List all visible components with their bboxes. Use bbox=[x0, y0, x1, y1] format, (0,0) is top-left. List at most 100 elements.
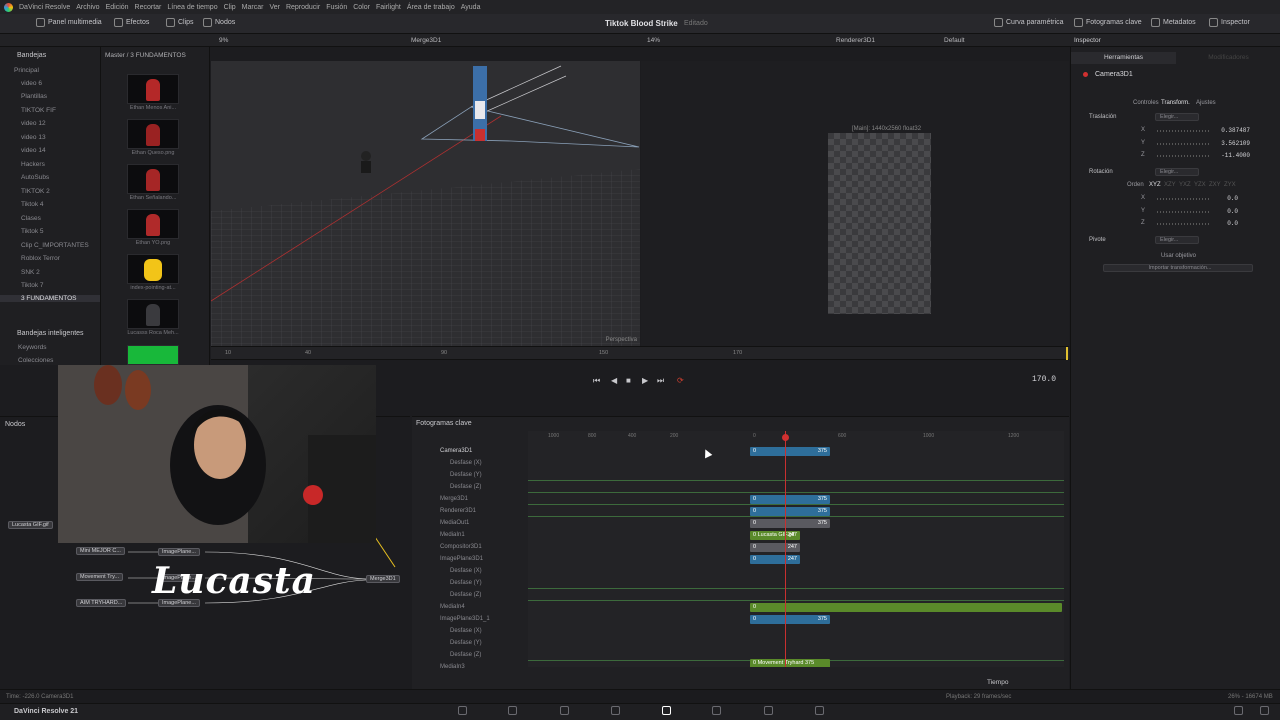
play-button[interactable]: ▶ bbox=[642, 376, 648, 385]
menu-playback[interactable]: Reproducir bbox=[286, 4, 320, 11]
bin-item[interactable]: Tiktok 7 bbox=[21, 282, 44, 289]
media-pool-button[interactable]: Panel multimedia bbox=[36, 18, 102, 27]
step-back-button[interactable]: ◀ bbox=[611, 376, 617, 385]
playhead-marker-icon[interactable] bbox=[782, 434, 789, 441]
kf-bar-imageplane[interactable]: 0 247 bbox=[750, 555, 800, 564]
clip-thumbnail[interactable] bbox=[127, 209, 179, 239]
menu-trim[interactable]: Recortar bbox=[135, 4, 162, 11]
bin-item[interactable]: video 14 bbox=[21, 147, 46, 154]
kf-row[interactable]: MediaOut1 bbox=[440, 517, 469, 529]
clip-thumbnail[interactable] bbox=[127, 74, 179, 104]
clip-thumbnail[interactable] bbox=[127, 164, 179, 194]
smart-bin-collections[interactable]: Colecciones bbox=[18, 357, 53, 364]
kf-bar-compositor[interactable]: 0 247 bbox=[750, 543, 800, 552]
ty-value[interactable]: 3.562109 bbox=[1218, 140, 1250, 147]
ty-slider[interactable] bbox=[1157, 143, 1211, 145]
clip-thumbnail[interactable] bbox=[127, 299, 179, 329]
rz-slider[interactable] bbox=[1157, 223, 1211, 225]
menu-fusion[interactable]: Fusión bbox=[326, 4, 347, 11]
clip-thumbnail[interactable] bbox=[127, 254, 179, 284]
kf-row[interactable]: Desfase (Y) bbox=[450, 637, 482, 649]
kf-bar-mediain4[interactable]: 0 bbox=[750, 603, 1062, 612]
menu-app[interactable]: DaVinci Resolve bbox=[19, 4, 70, 11]
loop-icon[interactable]: ⟳ bbox=[677, 376, 684, 385]
spline-button[interactable]: Curva paramétrica bbox=[994, 18, 1064, 27]
keyframes-track-area[interactable]: 1000 800 400 200 0 600 1000 1200 0 375 0 3… bbox=[528, 431, 1064, 667]
order-xzy[interactable]: XZY bbox=[1164, 182, 1176, 188]
kf-row[interactable]: ImagePlane3D1 bbox=[440, 553, 483, 565]
clip-thumbnail-green[interactable] bbox=[127, 345, 179, 365]
viewer-renderer3d[interactable]: [Main]: 1440x2560 float32 bbox=[641, 61, 1069, 346]
time-mode-select[interactable]: Tiempo bbox=[987, 679, 1008, 686]
fusion-active-page-icon[interactable] bbox=[662, 706, 671, 715]
settings-gear-icon[interactable] bbox=[1260, 706, 1269, 715]
kf-row[interactable]: Desfase (Z) bbox=[450, 481, 481, 493]
kf-row[interactable]: Merge3D1 bbox=[440, 493, 468, 505]
kf-row[interactable]: Desfase (Z) bbox=[450, 589, 481, 601]
menu-color[interactable]: Color bbox=[353, 4, 370, 11]
bin-item-selected[interactable]: 3 FUNDAMENTOS bbox=[0, 295, 100, 302]
rx-slider[interactable] bbox=[1157, 198, 1211, 200]
kf-row[interactable]: MediaIn4 bbox=[440, 601, 465, 613]
bin-item[interactable]: TIKTOK 2 bbox=[21, 188, 50, 195]
current-frame[interactable]: 170.0 bbox=[1032, 375, 1056, 384]
order-yxz[interactable]: YXZ bbox=[1179, 182, 1191, 188]
kf-row[interactable]: Desfase (Y) bbox=[450, 577, 482, 589]
kf-row[interactable]: Desfase (Y) bbox=[450, 469, 482, 481]
kf-bar-merge[interactable]: 0 375 bbox=[750, 495, 830, 504]
playhead-line[interactable] bbox=[785, 431, 786, 667]
tx-value[interactable]: 0.387487 bbox=[1218, 127, 1250, 134]
kf-row[interactable]: Desfase (X) bbox=[450, 625, 482, 637]
subtab-transform[interactable]: Transform. bbox=[1161, 100, 1190, 106]
inspector-button[interactable]: Inspector bbox=[1209, 18, 1250, 27]
bin-item[interactable]: video 6 bbox=[21, 80, 42, 87]
color-page-icon[interactable] bbox=[712, 706, 721, 715]
import-transform-button[interactable]: Importar transformación... bbox=[1103, 264, 1253, 272]
kf-bar-mediain3[interactable]: 0 Movement Tryhard 375 bbox=[750, 659, 830, 667]
menu-help[interactable]: Ayuda bbox=[461, 4, 481, 11]
viewer-merge3d[interactable]: Perspectiva bbox=[211, 61, 640, 346]
timeline-ruler[interactable]: 10 40 90 150 170 bbox=[211, 346, 1069, 360]
bin-item[interactable]: Clip C_IMPORTANTES bbox=[21, 242, 89, 249]
media-page-icon[interactable] bbox=[458, 706, 467, 715]
bin-item[interactable]: video 13 bbox=[21, 134, 46, 141]
ry-value[interactable]: 0.0 bbox=[1206, 208, 1238, 215]
rz-value[interactable]: 0.0 bbox=[1206, 220, 1238, 227]
bin-item[interactable]: Tiktok 5 bbox=[21, 228, 44, 235]
effects-button[interactable]: Efectos bbox=[114, 18, 149, 27]
bin-item[interactable]: SNK 2 bbox=[21, 269, 40, 276]
order-yzx[interactable]: YZX bbox=[1194, 182, 1206, 188]
smart-bins-title[interactable]: Bandejas inteligentes bbox=[17, 330, 84, 337]
subtab-settings[interactable]: Ajustes bbox=[1196, 100, 1216, 106]
stop-button[interactable]: ■ bbox=[626, 376, 631, 385]
bin-item[interactable]: Hackers bbox=[21, 161, 45, 168]
kf-row[interactable]: ImagePlane3D1_1 bbox=[440, 613, 490, 625]
tz-slider[interactable] bbox=[1157, 155, 1211, 157]
zoom-left[interactable]: 9% bbox=[219, 37, 228, 44]
bin-item[interactable]: Clases bbox=[21, 215, 41, 222]
kf-row[interactable]: MediaIn1 bbox=[440, 529, 465, 541]
cut-page-icon[interactable] bbox=[508, 706, 517, 715]
edit-page-icon[interactable] bbox=[560, 706, 569, 715]
tx-slider[interactable] bbox=[1157, 130, 1211, 132]
kf-row[interactable]: Desfase (X) bbox=[450, 457, 482, 469]
order-zyx[interactable]: ZYX bbox=[1224, 182, 1236, 188]
nodes-button[interactable]: Nodos bbox=[203, 18, 235, 27]
bin-item[interactable]: AutoSubs bbox=[21, 174, 49, 181]
lut-default[interactable]: Default bbox=[944, 37, 965, 44]
ry-slider[interactable] bbox=[1157, 211, 1211, 213]
choose-translation[interactable]: Elegir... bbox=[1155, 113, 1199, 121]
kf-row[interactable]: MediaIn3 bbox=[440, 661, 465, 673]
kf-row[interactable]: Desfase (X) bbox=[450, 565, 482, 577]
bin-item[interactable]: Plantillas bbox=[21, 93, 47, 100]
clips-button[interactable]: Clips bbox=[166, 18, 194, 27]
menu-fairlight[interactable]: Fairlight bbox=[376, 4, 401, 11]
tab-tools[interactable]: Herramientas bbox=[1071, 52, 1176, 64]
rx-value[interactable]: 0.0 bbox=[1206, 195, 1238, 202]
choose-rotation[interactable]: Elegir... bbox=[1155, 168, 1199, 176]
kf-row[interactable]: Desfase (Z) bbox=[450, 649, 481, 661]
tab-modifiers[interactable]: Modificadores bbox=[1176, 52, 1280, 64]
kf-bar-camera[interactable]: 0 375 bbox=[750, 447, 830, 456]
menu-timeline[interactable]: Línea de tiempo bbox=[167, 4, 217, 11]
kf-row[interactable]: Compositor3D1 bbox=[440, 541, 482, 553]
